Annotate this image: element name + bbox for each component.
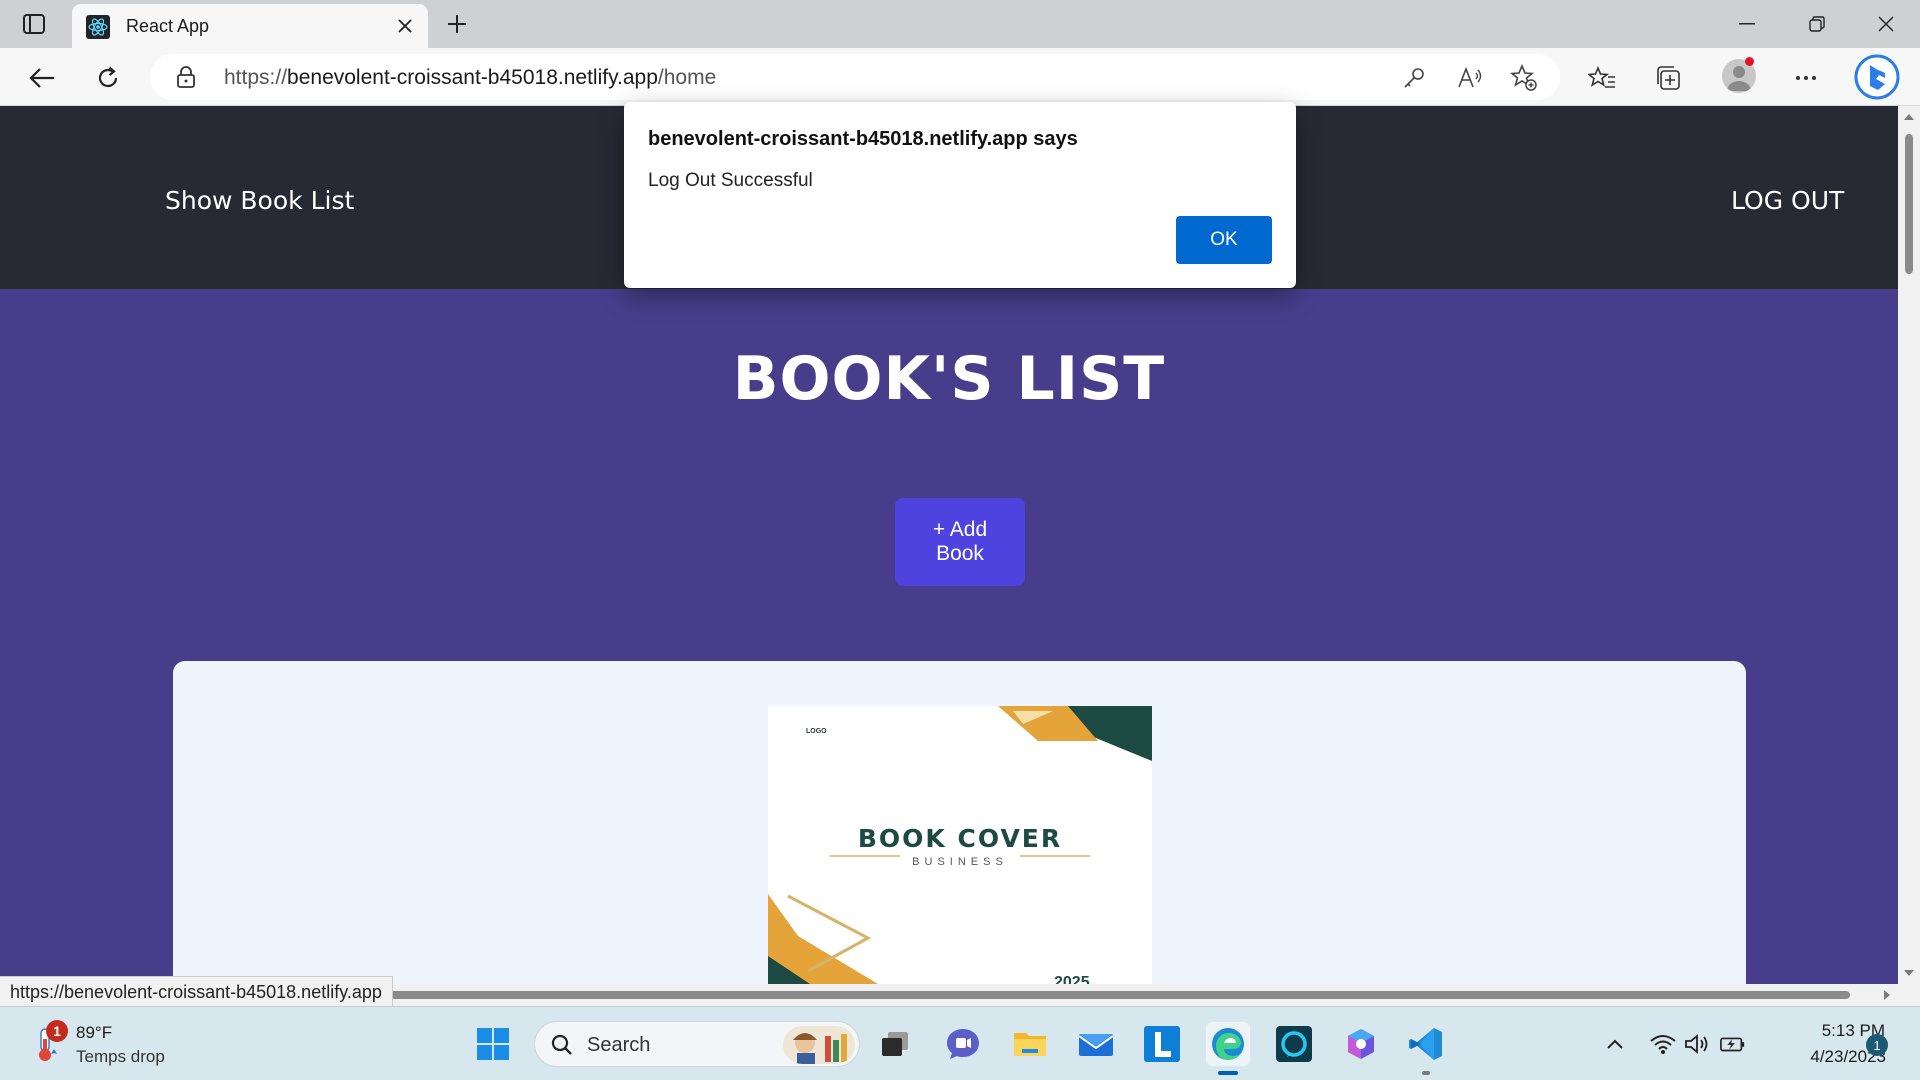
back-arrow-icon[interactable] (24, 60, 60, 96)
search-label: Search (587, 1034, 651, 1056)
browser-tab[interactable]: React App (72, 4, 428, 48)
minimize-icon[interactable] (1725, 6, 1769, 42)
lexicon-app-icon[interactable] (1140, 1022, 1184, 1066)
horizontal-scroll-thumb[interactable] (390, 991, 1850, 999)
new-tab-icon[interactable] (441, 8, 473, 40)
search-icon (551, 1034, 573, 1056)
refresh-icon[interactable] (90, 60, 126, 96)
alexa-icon[interactable] (1272, 1022, 1316, 1066)
log-out-link[interactable]: LOG OUT (1731, 186, 1844, 215)
teams-chat-icon[interactable] (941, 1022, 985, 1066)
weather-description[interactable]: Temps drop (76, 1047, 165, 1067)
page-title: BOOK'S LIST (732, 344, 1166, 414)
browser-toolbar: https://benevolent-croissant-b45018.netl… (0, 48, 1920, 106)
scroll-right-icon[interactable] (1880, 984, 1894, 1006)
cover-subtitle: BUSINESS (912, 856, 1008, 868)
windows-taskbar: 1 89°F Temps drop Search 5:13 PM 4/23/20… (0, 1006, 1920, 1080)
tab-title: React App (126, 16, 210, 36)
windows-start-icon[interactable] (471, 1022, 515, 1066)
url-path: /home (657, 66, 717, 89)
volume-icon[interactable] (1684, 1031, 1710, 1057)
url-host: benevolent-croissant-b45018.netlify.app (287, 66, 658, 89)
alert-dialog: benevolent-croissant-b45018.netlify.app … (624, 102, 1296, 288)
more-options-icon[interactable] (1788, 60, 1824, 96)
key-icon[interactable] (1400, 64, 1428, 92)
url-text[interactable]: https://benevolent-croissant-b45018.netl… (224, 66, 716, 90)
dialog-message: Log Out Successful (648, 170, 813, 191)
active-app-indicator (1218, 1071, 1238, 1075)
scrollbar-corner (1898, 984, 1920, 1006)
add-favorite-icon[interactable] (1510, 64, 1538, 92)
task-view-icon[interactable] (873, 1022, 917, 1066)
file-explorer-icon[interactable] (1008, 1022, 1052, 1066)
scroll-up-icon[interactable] (1898, 110, 1920, 124)
collections-icon[interactable] (1650, 60, 1686, 96)
vertical-scrollbar[interactable] (1898, 106, 1920, 984)
cover-year: 2025 (1054, 974, 1090, 984)
vertical-scroll-thumb[interactable] (1905, 134, 1913, 274)
show-book-list-link[interactable]: Show Book List (165, 186, 354, 215)
browser-tab-strip: React App (0, 0, 1920, 48)
weather-alert-badge: 1 (46, 1020, 68, 1042)
battery-charging-icon[interactable] (1720, 1031, 1746, 1057)
scroll-down-icon[interactable] (1898, 966, 1920, 980)
add-book-button[interactable]: + Add Book (895, 498, 1025, 586)
lock-icon[interactable] (176, 66, 198, 88)
bing-chat-icon[interactable] (1854, 54, 1900, 100)
react-favicon-icon (86, 15, 110, 39)
search-highlight-icon (783, 1026, 855, 1064)
cover-title: BOOK COVER (857, 824, 1063, 853)
close-window-icon[interactable] (1864, 6, 1908, 42)
status-url-bubble: https://benevolent-croissant-b45018.netl… (0, 976, 393, 1008)
url-scheme: https:// (224, 66, 288, 89)
favorites-icon[interactable] (1584, 60, 1620, 96)
dialog-ok-button[interactable]: OK (1176, 216, 1272, 264)
book-card[interactable]: LOGO BOOK COVER BUSINESS 2025 (173, 661, 1746, 984)
dialog-title: benevolent-croissant-b45018.netlify.app … (648, 128, 1078, 150)
copilot-app-icon[interactable] (1339, 1022, 1383, 1066)
notification-center-badge[interactable]: 1 (1866, 1034, 1888, 1056)
chevron-up-icon[interactable] (1602, 1031, 1628, 1057)
notification-dot-icon (1745, 57, 1754, 66)
address-bar[interactable]: https://benevolent-croissant-b45018.netl… (150, 54, 1560, 100)
mail-icon[interactable] (1074, 1022, 1118, 1066)
vscode-icon[interactable] (1404, 1022, 1448, 1066)
tab-actions-icon[interactable] (18, 10, 50, 38)
restore-icon[interactable] (1795, 6, 1839, 42)
cover-logo: LOGO (806, 728, 827, 735)
weather-temperature[interactable]: 89°F (76, 1023, 112, 1043)
read-aloud-icon[interactable] (1456, 64, 1484, 92)
open-app-indicator (1422, 1071, 1430, 1075)
book-cover-image[interactable]: LOGO BOOK COVER BUSINESS 2025 (768, 706, 1152, 984)
close-tab-icon[interactable] (394, 15, 416, 37)
wifi-icon[interactable] (1650, 1031, 1676, 1057)
taskbar-search-box[interactable]: Search (534, 1021, 860, 1067)
edge-browser-icon[interactable] (1206, 1022, 1250, 1066)
